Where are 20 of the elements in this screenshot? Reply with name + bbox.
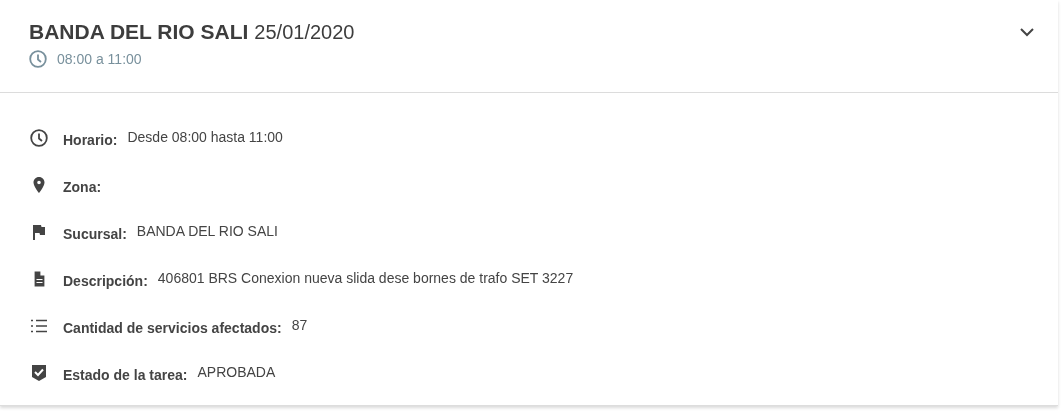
clock-icon	[29, 50, 47, 68]
field-label: Descripción:	[63, 273, 148, 289]
flag-icon	[30, 223, 48, 241]
numbered-list-icon	[30, 317, 48, 335]
field-value: BANDA DEL RIO SALI	[136, 222, 278, 239]
time-range: 08:00 a 11:00	[57, 51, 142, 67]
field-label: Horario:	[63, 132, 118, 148]
shield-check-icon	[30, 364, 48, 382]
chevron-down-icon[interactable]	[1020, 28, 1034, 37]
field-value: 406801 BRS Conexion nueva slida dese bornes de trafo SET 3227	[157, 269, 574, 286]
field-label: Sucursal:	[63, 226, 127, 242]
field-value: Desde 08:00 hasta 11:00	[127, 128, 283, 145]
field-label: Cantidad de servicios afectados:	[63, 320, 282, 336]
field-label: Zona:	[63, 179, 102, 195]
field-label: Estado de la tarea:	[63, 367, 188, 383]
field-value: APROBADA	[197, 363, 276, 380]
date: 25/01/2020	[254, 21, 355, 44]
title: BANDA DEL RIO SALI	[29, 20, 249, 44]
field-value: 87	[291, 316, 308, 333]
clock-icon	[30, 129, 48, 147]
